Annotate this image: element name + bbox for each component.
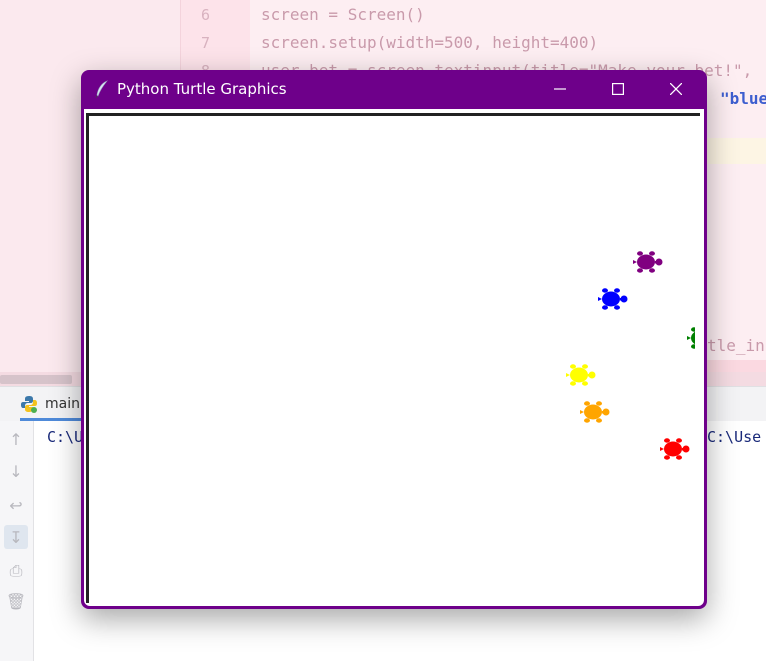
turtle-blue	[596, 286, 630, 312]
minimize-icon	[554, 88, 566, 90]
window-titlebar[interactable]: Python Turtle Graphics	[81, 70, 707, 108]
code-fragment-blue: "blue	[720, 89, 766, 108]
turtle-green	[685, 325, 695, 351]
console-path-left: C:\U	[47, 428, 84, 446]
turtle-yellow	[564, 362, 598, 388]
minimize-button[interactable]	[531, 70, 589, 108]
python-icon	[21, 396, 37, 413]
window-client-area	[84, 109, 704, 606]
close-icon	[670, 83, 682, 95]
run-toolbar: ↑ ↓ ↩ ↧ ⎙ 🗑	[0, 421, 34, 661]
code-line-6[interactable]: screen = Screen()	[261, 5, 425, 24]
up-arrow-icon[interactable]: ↑	[4, 427, 28, 451]
feather-icon	[95, 80, 108, 98]
line-number: 7	[200, 34, 210, 52]
close-button[interactable]	[647, 70, 705, 108]
turtle-purple	[631, 249, 665, 275]
maximize-button[interactable]	[589, 70, 647, 108]
turtle-red	[658, 436, 692, 462]
turtle-orange	[578, 399, 612, 425]
print-icon[interactable]: ⎙	[4, 559, 28, 583]
line-number: 6	[200, 6, 210, 24]
run-tab-label: main	[45, 396, 80, 412]
code-fragment-title-in: tle_in	[707, 336, 765, 355]
turtle-graphics-window: Python Turtle Graphics	[81, 70, 707, 609]
maximize-icon	[612, 83, 624, 95]
console-path-right: C:\Use	[707, 428, 762, 446]
turtle-canvas[interactable]	[86, 113, 700, 603]
down-arrow-icon[interactable]: ↓	[4, 459, 28, 483]
window-title: Python Turtle Graphics	[117, 80, 287, 98]
code-line-7[interactable]: screen.setup(width=500, height=400)	[261, 33, 598, 52]
scrollbar-thumb[interactable]	[0, 375, 72, 384]
trash-icon[interactable]: 🗑	[4, 589, 28, 613]
scroll-to-end-icon[interactable]: ↧	[4, 525, 28, 549]
soft-wrap-icon[interactable]: ↩	[4, 493, 28, 517]
